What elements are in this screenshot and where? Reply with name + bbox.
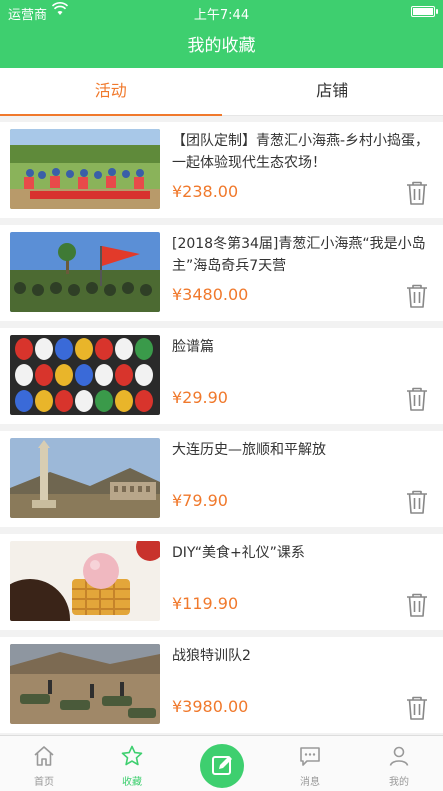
list-item[interactable]: [2018冬第34届]青葱汇小海燕“我是小岛主”海岛奇兵7天营 ¥3480.00	[0, 225, 443, 321]
battery-fill	[413, 8, 433, 15]
item-image-opera-masks	[10, 335, 160, 415]
compose-button[interactable]	[200, 744, 244, 788]
favorites-tabs: 活动 店铺	[0, 68, 443, 116]
list-item[interactable]: 脸谱篇 ¥29.90	[0, 328, 443, 424]
status-time: 上午7:44	[193, 8, 250, 23]
item-image-farm-team	[10, 129, 160, 209]
delete-icon[interactable]	[405, 695, 429, 721]
delete-icon[interactable]	[405, 283, 429, 309]
item-price: ¥3480.00	[172, 285, 249, 304]
page-title: 我的收藏	[187, 36, 256, 56]
list-item[interactable]: 【团队定制】青葱汇小海燕-乡村小捣蛋，一起体验现代生态农场！ ¥238.00	[0, 122, 443, 218]
tab-shops[interactable]: 店铺	[222, 68, 443, 115]
status-bar: 运营商 上午7:44	[0, 0, 443, 24]
item-price: ¥119.90	[172, 594, 239, 613]
item-image-training	[10, 644, 160, 724]
star-icon	[120, 744, 144, 768]
item-image-island-camp	[10, 232, 160, 312]
tabbar-home[interactable]: 首页	[0, 736, 88, 791]
item-image-waffle	[10, 541, 160, 621]
delete-icon[interactable]	[405, 180, 429, 206]
item-title: DIY“美食+礼仪”课系	[172, 545, 305, 561]
item-price: ¥3980.00	[172, 697, 249, 716]
item-title: 战狼特训队2	[172, 648, 251, 664]
list-item[interactable]: DIY“美食+礼仪”课系 ¥119.90	[0, 534, 443, 630]
tabbar-messages[interactable]: 消息	[266, 736, 354, 791]
item-price: ¥79.90	[172, 491, 228, 510]
tab-activities[interactable]: 活动	[0, 68, 222, 116]
tabbar-favorites[interactable]: 收藏	[88, 736, 176, 791]
tabbar-mine[interactable]: 我的	[355, 736, 443, 791]
item-image-monument	[10, 438, 160, 518]
home-icon	[32, 744, 56, 768]
nav-bar: 我的收藏	[0, 24, 443, 68]
message-icon	[298, 744, 322, 768]
item-price: ¥29.90	[172, 388, 228, 407]
tabbar-home-label: 首页	[34, 777, 54, 788]
bottom-tab-bar: 首页 收藏 消息 我的	[0, 735, 443, 791]
item-title: 大连历史—旅顺和平解放	[172, 442, 326, 458]
battery-icon	[411, 6, 438, 17]
tabbar-messages-label: 消息	[300, 777, 320, 788]
list-item[interactable]: 战狼特训队2 ¥3980.00	[0, 637, 443, 733]
item-title: 【团队定制】青葱汇小海燕-乡村小捣蛋，一起体验现代生态农场！	[172, 133, 430, 171]
delete-icon[interactable]	[405, 592, 429, 618]
item-price: ¥238.00	[172, 182, 239, 201]
item-title: 脸谱篇	[172, 339, 214, 355]
user-icon	[387, 744, 411, 768]
tabbar-mine-label: 我的	[389, 777, 409, 788]
list-item[interactable]: 大连历史—旅顺和平解放 ¥79.90	[0, 431, 443, 527]
favorites-list: 【团队定制】青葱汇小海燕-乡村小捣蛋，一起体验现代生态农场！ ¥238.00 […	[0, 122, 443, 740]
item-title: [2018冬第34届]青葱汇小海燕“我是小岛主”海岛奇兵7天营	[172, 236, 426, 274]
delete-icon[interactable]	[405, 489, 429, 515]
edit-icon	[212, 756, 232, 775]
delete-icon[interactable]	[405, 386, 429, 412]
tabbar-favorites-label: 收藏	[122, 777, 142, 788]
